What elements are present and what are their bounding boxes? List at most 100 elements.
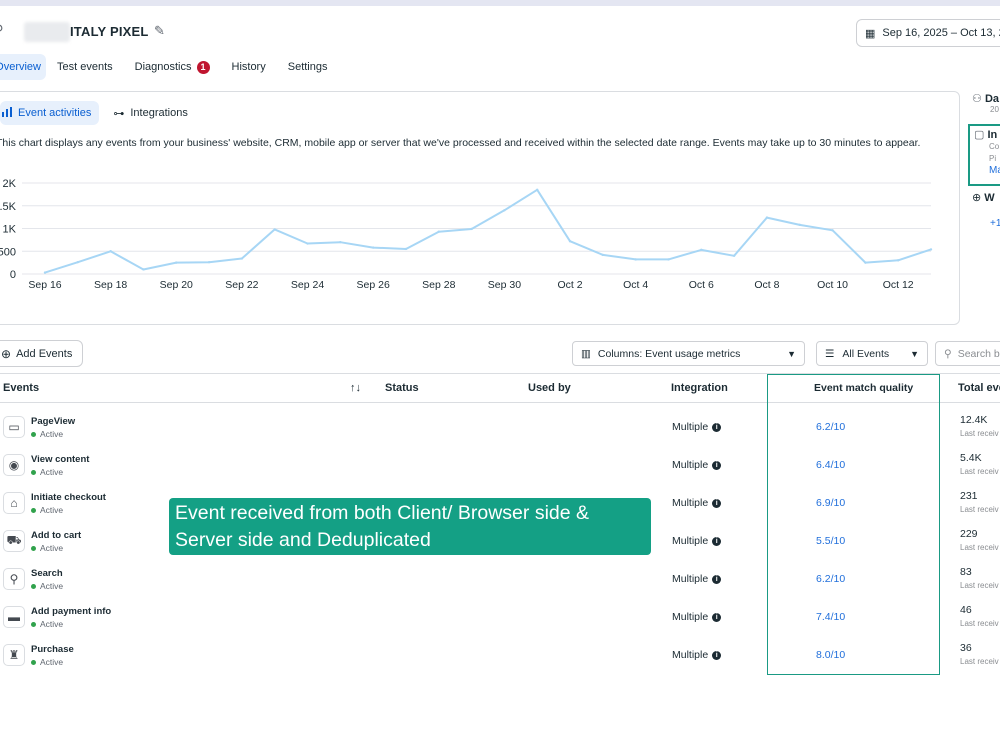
series-line <box>44 188 932 274</box>
subtab-integrations[interactable]: ⊶ Integrations <box>105 101 195 125</box>
data-point[interactable] <box>76 260 80 264</box>
active-dot <box>31 659 36 665</box>
last-received: Last receiv <box>960 505 999 514</box>
data-point[interactable] <box>601 253 605 257</box>
tab-diagnostics[interactable]: Diagnostics 1 <box>124 54 221 80</box>
info-icon[interactable]: i <box>712 460 722 470</box>
subtab-event-activities-label: Event activities <box>18 107 92 119</box>
last-received: Last receiv <box>960 619 999 628</box>
event-name: Add to cart <box>31 530 82 541</box>
cart-icon: ⛟ <box>3 530 25 552</box>
active-dot <box>31 507 36 513</box>
side-integration-link[interactable]: Ma <box>989 165 1000 177</box>
last-received: Last receiv <box>960 429 999 438</box>
y-tick-label: 1K <box>3 224 17 236</box>
tab-overview[interactable]: Overview <box>0 54 46 80</box>
data-point[interactable] <box>306 242 309 245</box>
side-integration-sub1: Co <box>989 142 1000 151</box>
plus-circle-icon: ⊕ <box>1 346 12 361</box>
date-range-button[interactable]: ▦ Sep 16, 2025 – Oct 13, 20 <box>856 19 1000 47</box>
data-point[interactable] <box>798 223 801 227</box>
data-point[interactable] <box>667 258 670 261</box>
search-input[interactable]: ⚲ Search b <box>935 341 1000 366</box>
subtab-event-activities[interactable]: Event activities <box>0 101 100 125</box>
side-data-sub: 20 <box>990 105 999 114</box>
redacted-name <box>24 22 70 42</box>
info-icon[interactable]: i <box>712 612 722 622</box>
last-received: Last receiv <box>960 543 999 552</box>
columns-label: Columns: Event usage metrics <box>597 347 741 360</box>
last-received: Last receiv <box>960 581 999 590</box>
info-icon[interactable]: i <box>712 650 722 660</box>
sort-icon[interactable]: ↑↓ <box>350 382 361 394</box>
main-tabs: Overview Test events Diagnostics 1 Histor… <box>0 54 338 80</box>
tab-diagnostics-label: Diagnostics <box>134 61 192 73</box>
data-point[interactable] <box>240 257 244 260</box>
caret-down-icon: ▼ <box>787 348 796 359</box>
integration-cell: Multiple i <box>672 535 722 547</box>
x-tick-label: Sep 30 <box>488 279 521 291</box>
total-events: 36 <box>960 642 972 654</box>
data-point[interactable] <box>371 246 375 249</box>
col-total: Total eve <box>958 382 1000 394</box>
data-point[interactable] <box>536 188 539 192</box>
shopping-bag-icon: ♜ <box>3 644 25 666</box>
data-point[interactable] <box>765 216 769 219</box>
add-events-button[interactable]: ⊕ Add Events <box>0 340 83 367</box>
pixel-icon: ⚲ <box>0 22 8 40</box>
data-point[interactable] <box>831 229 834 232</box>
y-tick-label: 1.5K <box>0 201 17 213</box>
info-icon[interactable]: i <box>712 536 722 546</box>
all-events-label: All Events <box>842 347 890 360</box>
subtab-integrations-label: Integrations <box>130 107 188 119</box>
info-icon[interactable]: i <box>712 498 722 508</box>
side-integration-icon: ▢ <box>974 129 985 141</box>
event-name: View content <box>31 454 90 465</box>
data-point[interactable] <box>437 230 440 233</box>
annotation-callout: Event received from both Client/ Browser… <box>169 498 651 555</box>
tab-test-events[interactable]: Test events <box>46 54 124 80</box>
search-icon: ⚲ <box>944 347 952 360</box>
data-point[interactable] <box>634 258 637 261</box>
top-border <box>0 0 1000 6</box>
x-tick-label: Oct 2 <box>557 279 582 291</box>
x-tick-label: Oct 6 <box>689 279 714 291</box>
add-events-label: Add Events <box>16 347 73 360</box>
data-point[interactable] <box>700 248 703 252</box>
data-point[interactable] <box>207 260 211 264</box>
data-point[interactable] <box>404 247 408 251</box>
data-point[interactable] <box>109 250 112 253</box>
data-point[interactable] <box>929 248 933 251</box>
data-point[interactable] <box>503 209 506 212</box>
edit-pencil-icon[interactable]: ✎ <box>154 23 165 39</box>
integration-cell: Multiple i <box>672 573 722 585</box>
data-point[interactable] <box>864 261 867 264</box>
data-point[interactable] <box>470 227 473 231</box>
data-point[interactable] <box>896 259 900 262</box>
total-events: 229 <box>960 528 978 540</box>
event-status: Active <box>31 543 63 553</box>
data-point[interactable] <box>273 228 276 231</box>
event-status: Active <box>31 505 63 515</box>
data-point[interactable] <box>732 254 736 257</box>
tab-settings[interactable]: Settings <box>277 54 339 80</box>
event-name: Purchase <box>31 644 74 655</box>
info-icon[interactable]: i <box>712 574 722 584</box>
total-events: 5.4K <box>960 452 982 464</box>
data-point[interactable] <box>175 261 178 264</box>
all-events-filter[interactable]: ☰ All Events ▼ <box>816 341 928 366</box>
data-point[interactable] <box>142 268 145 271</box>
integration-label: Multiple <box>672 649 709 661</box>
data-point[interactable] <box>339 240 342 244</box>
activity-subtabs: Event activities ⊶ Integrations <box>0 101 196 125</box>
data-point[interactable] <box>43 271 47 274</box>
active-dot <box>31 545 36 551</box>
columns-select[interactable]: ▥ Columns: Event usage metrics ▼ <box>572 341 805 366</box>
data-point[interactable] <box>568 240 572 243</box>
side-website-link[interactable]: +1 <box>990 217 1000 231</box>
emq-highlight-box <box>767 374 940 675</box>
tab-history[interactable]: History <box>221 54 277 80</box>
info-icon[interactable]: i <box>712 422 722 432</box>
x-tick-label: Sep 20 <box>160 279 193 291</box>
event-status: Active <box>31 467 63 477</box>
